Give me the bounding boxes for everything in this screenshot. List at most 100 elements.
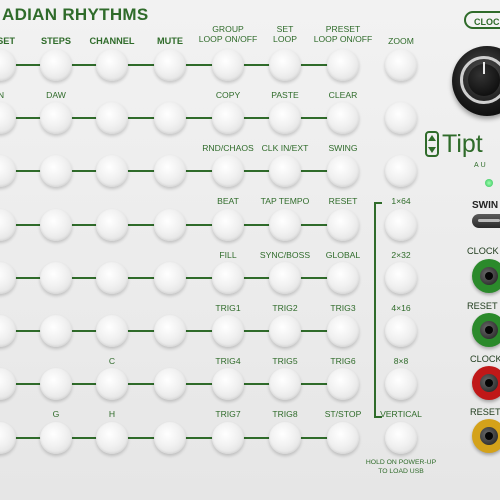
clock-header: CLOCK: [464, 11, 500, 29]
zoom-button-5[interactable]: [385, 315, 417, 347]
grid-button-r5-c4[interactable]: [212, 315, 244, 347]
label-trig4: TRIG4: [215, 356, 241, 366]
jack-label-clock-in: CLOCK: [470, 354, 500, 364]
grid-button-r0-c3[interactable]: [154, 49, 186, 81]
grid-button-r4-c1[interactable]: [40, 262, 72, 294]
clock-in-jack[interactable]: [472, 366, 500, 400]
zoom-button-2[interactable]: [385, 155, 417, 187]
grid-button-r0-c0[interactable]: [0, 49, 16, 81]
grid-button-r6-c2[interactable]: [96, 368, 128, 400]
switch-lever: [478, 219, 500, 222]
grid-button-r4-c3[interactable]: [154, 262, 186, 294]
label-rnd-chaos: RND/CHAOS: [202, 143, 254, 153]
grid-button-r2-c5[interactable]: [269, 155, 301, 187]
label-global: GLOBAL: [325, 250, 361, 260]
grid-button-r4-c2[interactable]: [96, 262, 128, 294]
jack-label-reset-out: RESET O: [467, 301, 500, 311]
grid-button-r0-c1[interactable]: [40, 49, 72, 81]
module-faceplate: ADIAN RHYTHMS SET STEPS CHANNEL MUTE GRO…: [0, 0, 500, 500]
grid-button-r2-c0[interactable]: [0, 155, 16, 187]
grid-button-r4-c6[interactable]: [327, 262, 359, 294]
grid-button-r1-c4[interactable]: [212, 102, 244, 134]
module-title: ADIAN RHYTHMS: [2, 5, 149, 24]
zoom-button-1[interactable]: [385, 102, 417, 134]
label-h: H: [108, 409, 116, 419]
zoom-button-7[interactable]: [385, 422, 417, 454]
grid-button-r7-c3[interactable]: [154, 422, 186, 454]
grid-button-r5-c0[interactable]: [0, 315, 16, 347]
label-usb-hint: HOLD ON POWER-UP TO LOAD USB: [365, 459, 437, 475]
grid-button-r6-c3[interactable]: [154, 368, 186, 400]
grid-button-r1-c3[interactable]: [154, 102, 186, 134]
grid-button-r2-c6[interactable]: [327, 155, 359, 187]
grid-button-r6-c4[interactable]: [212, 368, 244, 400]
label-trig2: TRIG2: [272, 303, 298, 313]
label-set-loop: SET LOOP: [273, 24, 297, 44]
grid-button-r0-c4[interactable]: [212, 49, 244, 81]
grid-button-r6-c6[interactable]: [327, 368, 359, 400]
label-zoom-4x16: 4×16: [391, 303, 411, 313]
grid-button-r1-c5[interactable]: [269, 102, 301, 134]
grid-button-r5-c3[interactable]: [154, 315, 186, 347]
grid-button-r3-c4[interactable]: [212, 209, 244, 241]
grid-button-r0-c5[interactable]: [269, 49, 301, 81]
zoom-bracket: [374, 202, 376, 418]
swing-switch-label: SWIN: [472, 200, 499, 211]
grid-button-r6-c1[interactable]: [40, 368, 72, 400]
grid-button-r7-c1[interactable]: [40, 422, 72, 454]
grid-button-r7-c6[interactable]: [327, 422, 359, 454]
zoom-button-6[interactable]: [385, 368, 417, 400]
grid-button-r1-c2[interactable]: [96, 102, 128, 134]
label-swing: SWING: [328, 143, 358, 153]
grid-button-r0-c6[interactable]: [327, 49, 359, 81]
grid-button-r3-c1[interactable]: [40, 209, 72, 241]
grid-button-r7-c4[interactable]: [212, 422, 244, 454]
grid-button-r4-c4[interactable]: [212, 262, 244, 294]
label-zoom-8x8: 8×8: [393, 356, 409, 366]
grid-button-r3-c3[interactable]: [154, 209, 186, 241]
grid-button-r2-c1[interactable]: [40, 155, 72, 187]
label-zoom-2x32: 2×32: [391, 250, 411, 260]
grid-button-r3-c2[interactable]: [96, 209, 128, 241]
grid-button-r7-c2[interactable]: [96, 422, 128, 454]
grid-button-r0-c2[interactable]: [96, 49, 128, 81]
clock-out-jack[interactable]: [472, 259, 500, 293]
grid-button-r5-c6[interactable]: [327, 315, 359, 347]
grid-button-r1-c0[interactable]: [0, 102, 16, 134]
grid-button-r4-c0[interactable]: [0, 262, 16, 294]
grid-button-r6-c0[interactable]: [0, 368, 16, 400]
label-trig7: TRIG7: [215, 409, 241, 419]
reset-in-jack[interactable]: [472, 419, 500, 453]
grid-button-r6-c5[interactable]: [269, 368, 301, 400]
zoom-button-0[interactable]: [385, 49, 417, 81]
label-clear: CLEAR: [328, 90, 358, 100]
label-paste: PASTE: [271, 90, 299, 100]
grid-button-r1-c1[interactable]: [40, 102, 72, 134]
label-g: G: [52, 409, 60, 419]
status-led: [485, 179, 493, 187]
label-preset-loop: PRESET LOOP ON/OFF: [313, 24, 373, 44]
grid-button-r2-c2[interactable]: [96, 155, 128, 187]
grid-button-r3-c6[interactable]: [327, 209, 359, 241]
grid-button-r2-c4[interactable]: [212, 155, 244, 187]
grid-button-r7-c0[interactable]: [0, 422, 16, 454]
grid-button-r5-c2[interactable]: [96, 315, 128, 347]
grid-button-r3-c0[interactable]: [0, 209, 16, 241]
grid-button-r5-c1[interactable]: [40, 315, 72, 347]
grid-button-r4-c5[interactable]: [269, 262, 301, 294]
label-zoom: ZOOM: [388, 36, 414, 46]
label-vertical: VERTICAL: [380, 409, 422, 419]
label-reset: RESET: [328, 196, 358, 206]
label-zoom-1x64: 1×64: [391, 196, 411, 206]
zoom-button-3[interactable]: [385, 209, 417, 241]
zoom-button-4[interactable]: [385, 262, 417, 294]
grid-button-r5-c5[interactable]: [269, 315, 301, 347]
grid-button-r2-c3[interactable]: [154, 155, 186, 187]
zoom-bracket-top: [374, 202, 382, 204]
reset-out-jack[interactable]: [472, 313, 500, 347]
label-beat: BEAT: [217, 196, 239, 206]
grid-button-r1-c6[interactable]: [327, 102, 359, 134]
grid-button-r7-c5[interactable]: [269, 422, 301, 454]
label-st-stop: ST/STOP: [324, 409, 362, 419]
grid-button-r3-c5[interactable]: [269, 209, 301, 241]
